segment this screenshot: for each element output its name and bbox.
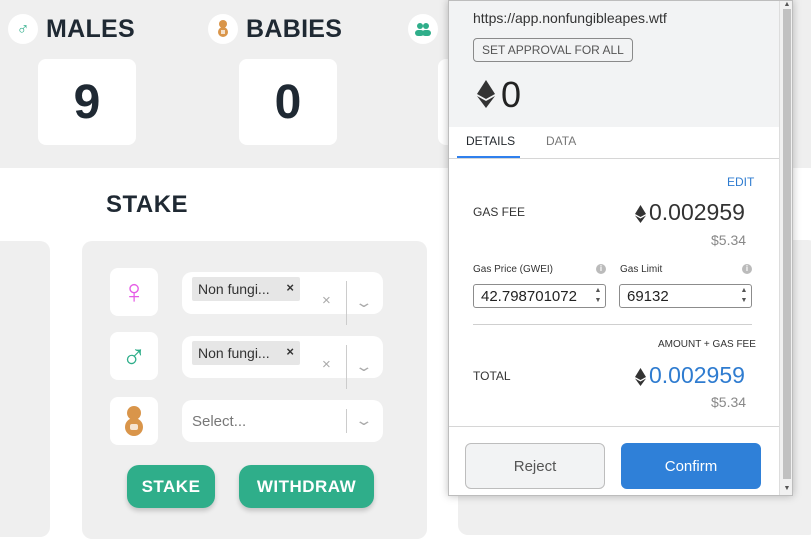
origin-url: https://app.nonfungibleapes.wtf — [473, 10, 667, 26]
info-icon[interactable]: i — [596, 264, 606, 274]
male-icon: ♂ — [8, 14, 38, 44]
active-tab-indicator — [457, 156, 520, 158]
female-tag-label: Non fungi... — [198, 281, 270, 297]
tx-amount: 0 — [501, 74, 522, 115]
total-label: TOTAL — [473, 369, 511, 383]
chevron-down-icon[interactable]: ⌄ — [354, 294, 373, 311]
gas-limit-stepper[interactable]: ▲ ▼ — [738, 286, 750, 306]
divider — [473, 324, 752, 325]
wallet-confirm-popup: https://app.nonfungibleapes.wtf SET APPR… — [448, 0, 793, 496]
scroll-down-icon[interactable]: ▼ — [780, 485, 792, 495]
female-tag-remove-icon[interactable]: × — [286, 280, 294, 295]
stake-button[interactable]: STAKE — [127, 465, 215, 508]
gas-fee-label: GAS FEE — [473, 205, 526, 219]
amount-gas-label: AMOUNT + GAS FEE — [658, 339, 756, 350]
tab-details[interactable]: DETAILS — [466, 134, 515, 148]
total-fiat: $5.34 — [711, 394, 747, 410]
males-count: 9 — [38, 59, 136, 145]
group-header — [408, 14, 438, 44]
babies-title: BABIES — [246, 14, 343, 43]
babies-count: 0 — [239, 59, 337, 145]
scrollbar[interactable]: ▲ ▼ — [779, 1, 792, 495]
gas-price-value: 42.798701072 — [481, 288, 577, 305]
popup-footer: Reject Confirm — [449, 426, 779, 495]
edit-link[interactable]: EDIT — [727, 175, 754, 189]
chevron-down-icon[interactable]: ⌄ — [354, 358, 373, 375]
male-tag-label: Non fungi... — [198, 345, 270, 361]
baby-select[interactable]: Select... ⌄ — [182, 400, 383, 442]
tab-bar: DETAILS DATA — [449, 127, 779, 159]
female-separator — [346, 281, 347, 325]
female-tag: Non fungi... × — [192, 277, 300, 301]
gas-limit-label: Gas Limit — [620, 264, 663, 275]
info-icon[interactable]: i — [742, 264, 752, 274]
male-clear-icon[interactable]: × — [322, 356, 331, 373]
males-header: ♂ MALES — [8, 14, 135, 44]
baby-icon — [208, 14, 238, 44]
gas-limit-input[interactable]: 69132 ▲ ▼ — [619, 284, 752, 308]
tab-data[interactable]: DATA — [546, 134, 576, 148]
left-panel — [0, 241, 50, 537]
stake-title: STAKE — [106, 191, 189, 218]
male-tag-remove-icon[interactable]: × — [286, 344, 294, 359]
male-select-icon: ♂ — [110, 332, 158, 380]
babies-header: BABIES — [208, 14, 342, 44]
baby-select-placeholder: Select... — [192, 413, 247, 430]
gas-fee-eth: 0.002959 — [649, 199, 745, 225]
group-icon — [408, 14, 438, 44]
female-clear-icon[interactable]: × — [322, 292, 331, 309]
gas-limit-value: 69132 — [627, 288, 669, 305]
female-select[interactable]: Non fungi... × × ⌄ — [182, 272, 383, 325]
scroll-thumb[interactable] — [783, 9, 791, 479]
male-select[interactable]: Non fungi... × × ⌄ — [182, 336, 383, 389]
confirm-button[interactable]: Confirm — [621, 443, 761, 489]
male-tag: Non fungi... × — [192, 341, 300, 365]
female-icon: ♀ — [110, 268, 158, 316]
baby-select-icon — [110, 397, 158, 445]
popup-header: https://app.nonfungibleapes.wtf SET APPR… — [449, 1, 779, 127]
withdraw-button[interactable]: WITHDRAW — [239, 465, 374, 508]
gas-price-stepper[interactable]: ▲ ▼ — [592, 286, 604, 306]
eth-icon — [635, 368, 646, 386]
gas-price-label: Gas Price (GWEI) — [473, 264, 554, 275]
chevron-down-icon[interactable]: ⌄ — [354, 412, 373, 429]
male-separator — [346, 345, 347, 389]
reject-button[interactable]: Reject — [465, 443, 605, 489]
males-title: MALES — [46, 14, 135, 43]
eth-icon — [635, 205, 646, 223]
gas-price-input[interactable]: 42.798701072 ▲ ▼ — [473, 284, 606, 308]
eth-icon — [477, 80, 495, 108]
gas-fee-fiat: $5.34 — [711, 232, 747, 248]
approval-badge: SET APPROVAL FOR ALL — [473, 38, 633, 62]
baby-separator — [346, 409, 347, 433]
total-eth: 0.002959 — [649, 362, 745, 388]
